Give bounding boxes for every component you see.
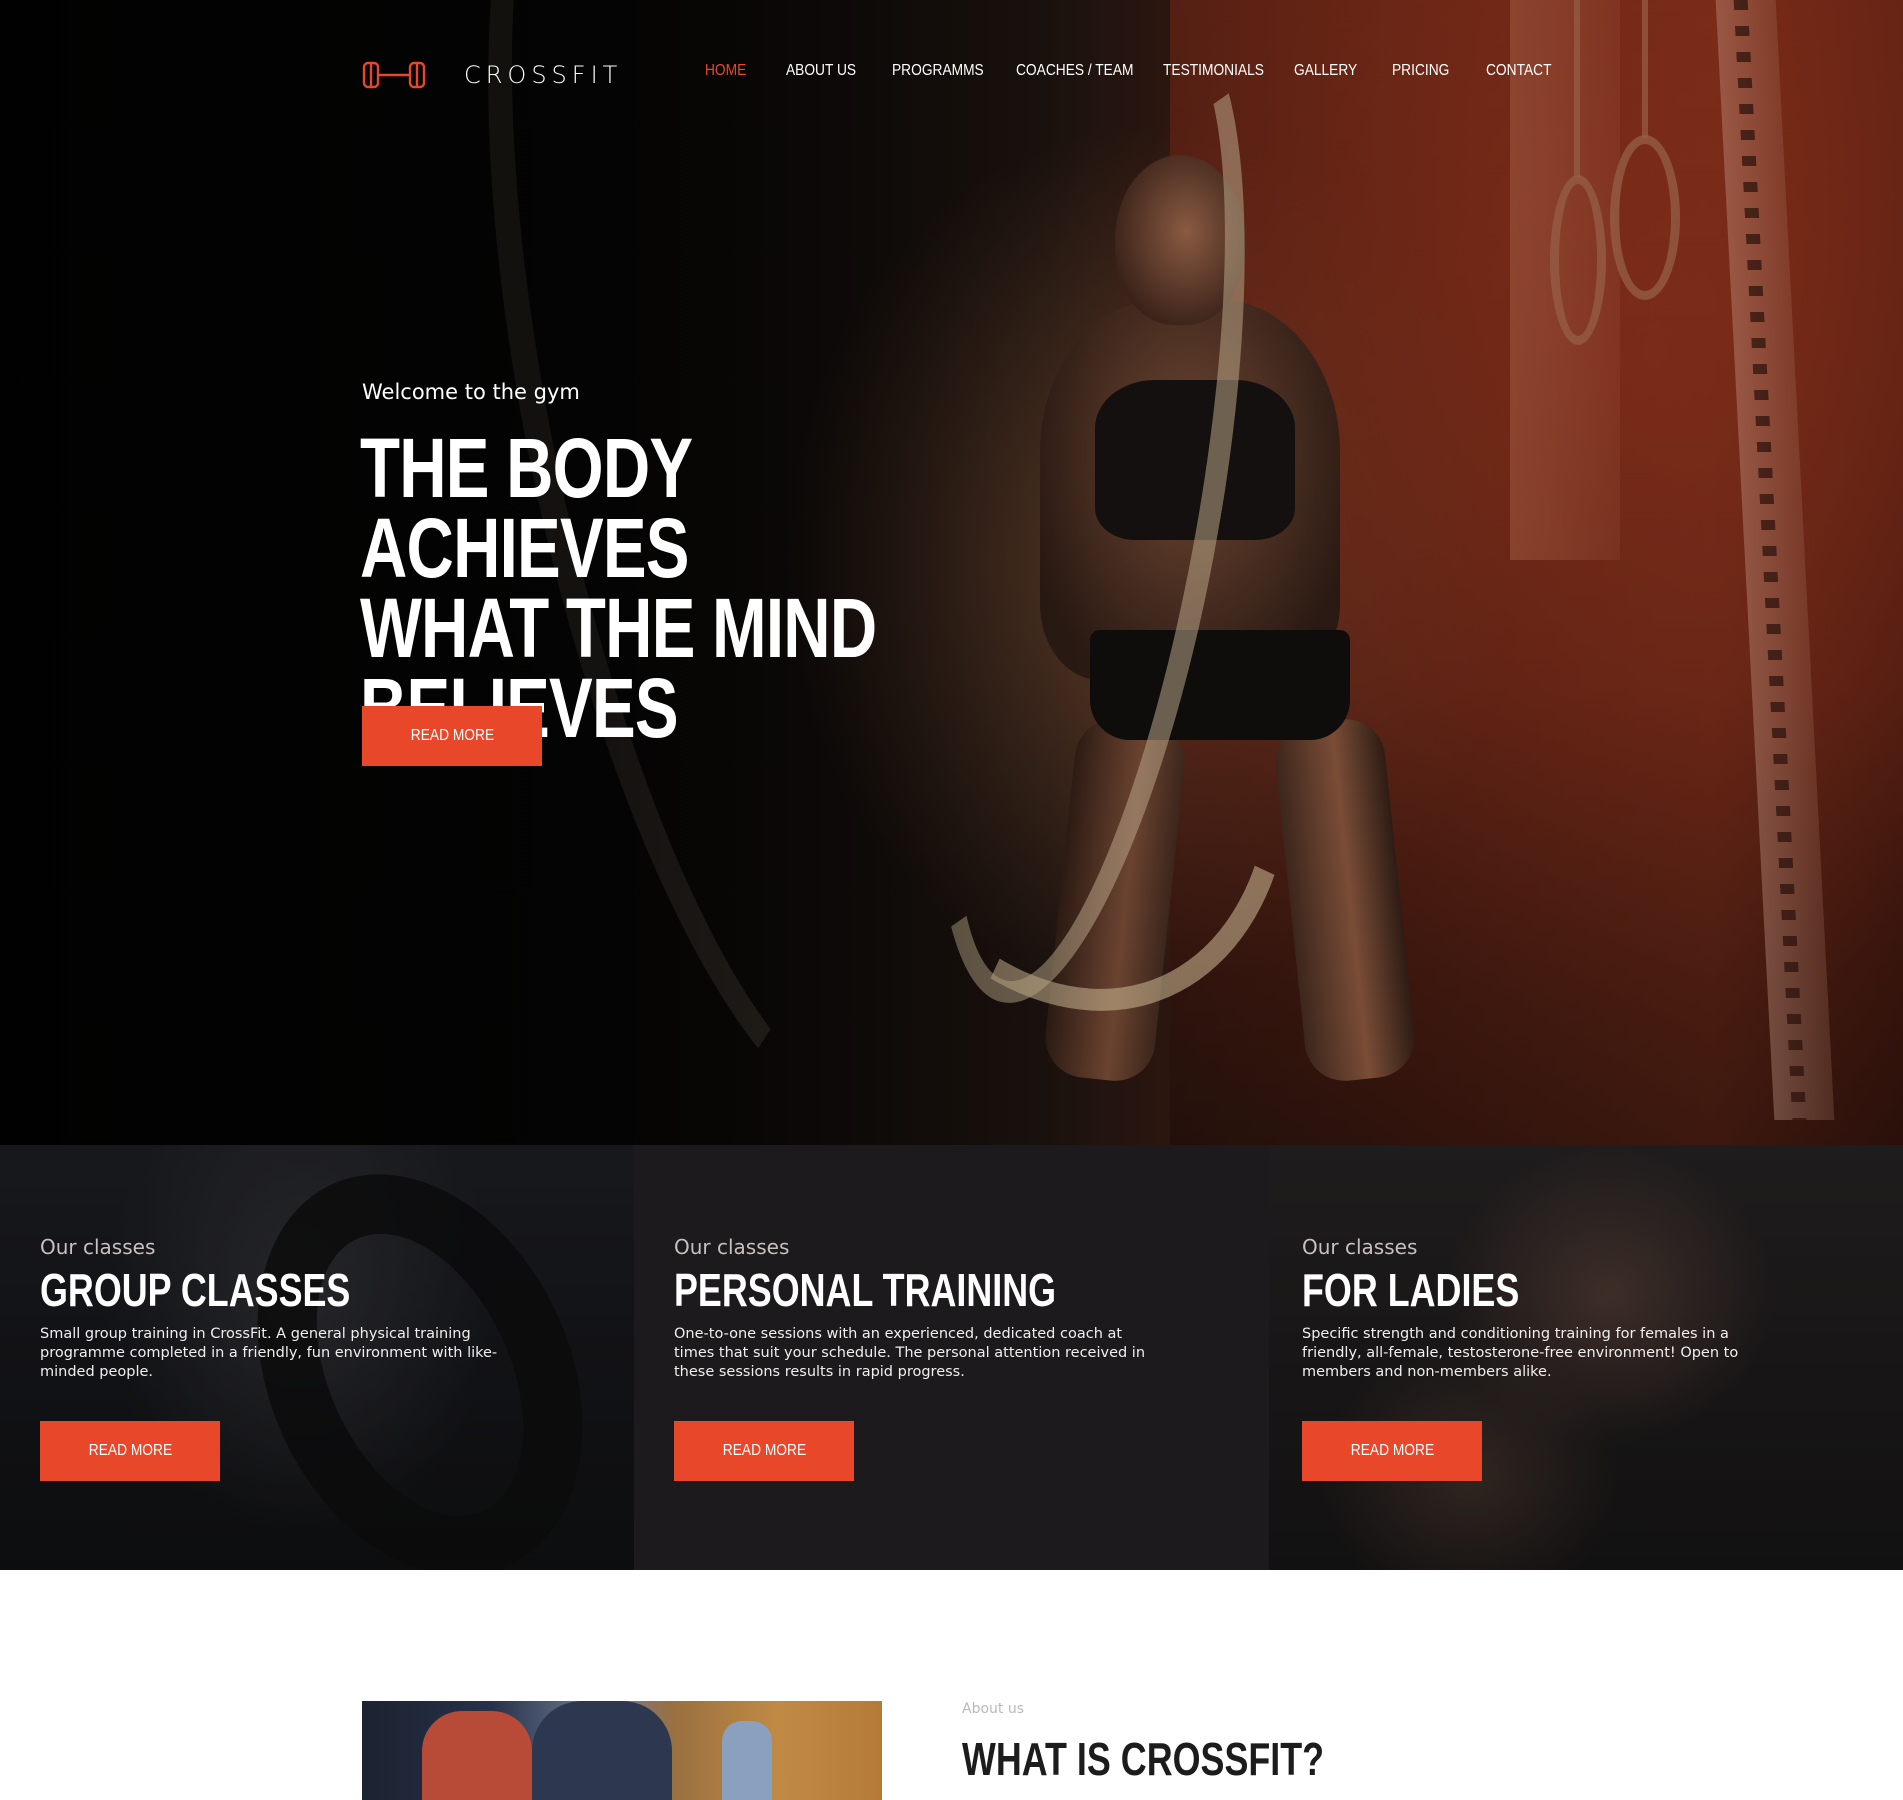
nav-item-contact[interactable]: CONTACT <box>1486 62 1551 80</box>
button-label: READ MORE <box>1350 1442 1434 1459</box>
hero-read-more-button[interactable]: READ MORE <box>362 706 542 766</box>
card-subtitle: Our classes <box>40 1235 156 1259</box>
class-card-group-classes: Our classes GROUP CLASSES Small group tr… <box>0 1145 634 1570</box>
button-label: READ MORE <box>88 1442 172 1459</box>
nav-item-testimonials[interactable]: TESTIMONIALS <box>1163 62 1264 80</box>
card-subtitle: Our classes <box>1302 1235 1418 1259</box>
class-card-personal-training: Our classes PERSONAL TRAINING One-to-one… <box>634 1145 1269 1570</box>
card-title: FOR LADIES <box>1302 1264 1520 1316</box>
image-figure <box>422 1711 532 1800</box>
class-card-for-ladies: Our classes FOR LADIES Specific strength… <box>1269 1145 1903 1570</box>
hero-welcome: Welcome to the gym <box>362 380 580 404</box>
personal-training-read-more-button[interactable]: READ MORE <box>674 1421 854 1481</box>
hero-headline-line: WHAT THE MIND <box>360 581 877 675</box>
for-ladies-read-more-button[interactable]: READ MORE <box>1302 1421 1482 1481</box>
image-figure <box>532 1701 672 1800</box>
hero-headline: THE BODY ACHIEVES WHAT THE MIND BELIEVES <box>360 421 968 750</box>
classes-section: Our classes GROUP CLASSES Small group tr… <box>0 1145 1903 1570</box>
image-figure <box>722 1721 772 1800</box>
card-description: Small group training in CrossFit. A gene… <box>40 1326 498 1380</box>
card-title: GROUP CLASSES <box>40 1264 351 1316</box>
hero-section: CROSSFIT HOME ABOUT US PROGRAMMS COACHES… <box>0 0 1903 1145</box>
hero-headline-line: THE BODY ACHIEVES <box>360 421 692 595</box>
nav-item-home[interactable]: HOME <box>705 62 746 80</box>
button-label: READ MORE <box>410 727 494 744</box>
card-title: PERSONAL TRAINING <box>674 1264 1057 1316</box>
about-section: About us WHAT IS CROSSFIT? <box>0 1570 1903 1800</box>
nav-item-gallery[interactable]: GALLERY <box>1294 62 1357 80</box>
gym-ring <box>1610 135 1680 300</box>
about-image <box>362 1701 882 1800</box>
about-title: WHAT IS CROSSFIT? <box>962 1733 1325 1785</box>
nav-item-programms[interactable]: PROGRAMMS <box>892 62 984 80</box>
site-header: CROSSFIT HOME ABOUT US PROGRAMMS COACHES… <box>0 0 1903 150</box>
card-subtitle: Our classes <box>674 1235 790 1259</box>
gym-ring <box>1550 175 1606 345</box>
about-subtitle: About us <box>962 1701 1025 1717</box>
card-description: One-to-one sessions with an experienced,… <box>674 1326 1146 1380</box>
card-description: Specific strength and conditioning train… <box>1302 1326 1739 1380</box>
button-label: READ MORE <box>722 1442 806 1459</box>
nav-item-pricing[interactable]: PRICING <box>1392 62 1449 80</box>
main-nav: HOME ABOUT US PROGRAMMS COACHES / TEAM T… <box>0 62 1903 88</box>
nav-item-coaches-team[interactable]: COACHES / TEAM <box>1016 62 1133 80</box>
athlete-leg <box>1271 715 1419 1085</box>
nav-item-about-us[interactable]: ABOUT US <box>786 62 856 80</box>
group-classes-read-more-button[interactable]: READ MORE <box>40 1421 220 1481</box>
